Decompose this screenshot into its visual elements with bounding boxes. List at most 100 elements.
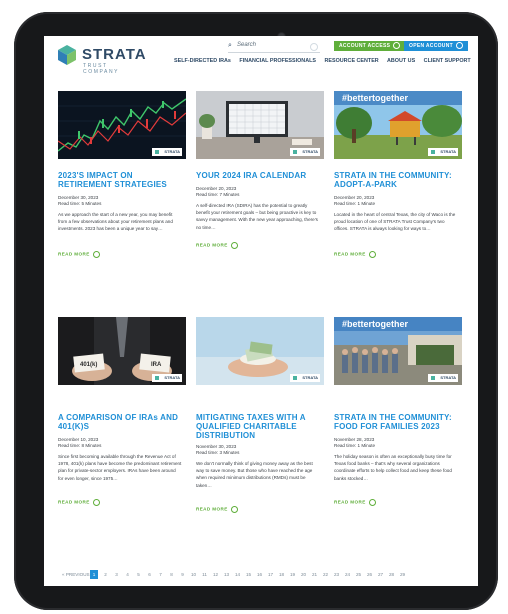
nav-item-resource-center[interactable]: RESOURCE CENTER [324, 58, 378, 64]
brand-subtitle: TRUST COMPANY [83, 63, 120, 75]
pagination: « PREVIOUS 1 2 3 4 5 6 7 8 9 10 11 12 13 14 15 16 17 18 19 2… [62, 570, 408, 580]
strata-logo[interactable]: STRATA TRUST COMPANY [56, 44, 146, 75]
nav-item-client-support[interactable]: CLIENT SUPPORT [424, 58, 471, 64]
pagination-page[interactable]: 29 [397, 570, 408, 579]
pagination-page[interactable]: 28 [386, 570, 397, 579]
article-read-time: Read time: 8 Minutes [58, 443, 102, 448]
hashtag-overlay: #bettertogether [342, 319, 409, 329]
calendar-desk-image[interactable]: STRATA [196, 91, 324, 159]
arrow-circle-icon [393, 42, 401, 50]
account-access-button[interactable]: ACCOUNT ACCESS [334, 41, 406, 51]
pagination-page[interactable]: 27 [375, 570, 386, 579]
pagination-page[interactable]: 8 [166, 570, 177, 579]
strata-tag: STRATA [290, 374, 320, 382]
article-read-time: Read time: 5 Minutes [58, 201, 102, 206]
pagination-page[interactable]: 3 [111, 570, 122, 579]
strata-tag: STRATA [428, 374, 458, 382]
article-title[interactable]: 2023'S IMPACT ON RETIREMENT STRATEGIES [58, 171, 186, 189]
article-excerpt: The holiday season is often an exception… [334, 454, 452, 481]
read-more-link[interactable]: READ MORE [334, 499, 376, 506]
pagination-page[interactable]: 23 [331, 570, 342, 579]
article-excerpt: Since first becoming available through t… [58, 454, 182, 481]
article-read-time: Read time: 1 Minute [334, 443, 376, 448]
article-excerpt: As we approach the start of a new year, … [58, 212, 173, 232]
nav-item-financial-professionals[interactable]: FINANCIAL PROFESSIONALS [239, 58, 316, 64]
pagination-previous[interactable]: « PREVIOUS [62, 570, 90, 579]
article-title[interactable]: STRATA IN THE COMMUNITY: FOOD FOR FAMILI… [334, 413, 462, 431]
read-more-label: READ MORE [334, 251, 366, 257]
ira-401k-hands-image[interactable]: 401(k) IRA STRATA [58, 317, 186, 385]
arrow-circle-icon [230, 242, 238, 249]
pagination-page[interactable]: 7 [155, 570, 166, 579]
read-more-label: READ MORE [196, 506, 228, 512]
nav-item-self-directed-iras[interactable]: SELF-DIRECTED IRAs [174, 58, 231, 64]
article-excerpt: We don't normally think of giving money … [196, 461, 313, 488]
search-input[interactable]: ⌕ Search [228, 42, 320, 53]
pagination-page[interactable]: 5 [133, 570, 144, 579]
article-title[interactable]: A COMPARISON OF IRAs AND 401(K)S [58, 413, 186, 431]
open-account-label: OPEN ACCOUNT [409, 43, 453, 49]
pagination-page[interactable]: 26 [364, 570, 375, 579]
pagination-page[interactable]: 19 [287, 570, 298, 579]
hashtag-overlay: #bettertogether [342, 93, 409, 103]
read-more-link[interactable]: READ MORE [58, 499, 100, 506]
pagination-page[interactable]: 9 [177, 570, 188, 579]
strata-tag: STRATA [290, 148, 320, 156]
article-title[interactable]: STRATA IN THE COMMUNITY: ADOPT-A-PARK [334, 171, 462, 189]
open-account-button[interactable]: OPEN ACCOUNT [404, 41, 468, 51]
pagination-page[interactable]: 10 [188, 570, 199, 579]
read-more-label: READ MORE [196, 242, 228, 248]
article-read-time: Read time: 3 Minutes [196, 450, 240, 455]
strata-tag: STRATA [152, 374, 182, 382]
arrow-circle-icon [230, 506, 238, 513]
search-submit-icon[interactable] [310, 43, 318, 51]
food-drive-photo-image[interactable]: #bettertogether STRATA [334, 317, 462, 385]
arrow-circle-icon [368, 499, 376, 506]
main-nav: SELF-DIRECTED IRAs FINANCIAL PROFESSIONA… [174, 58, 478, 64]
pagination-page[interactable]: 21 [309, 570, 320, 579]
search-icon: ⌕ [228, 42, 232, 49]
strata-tag: STRATA [428, 148, 458, 156]
article-excerpt: A self-directed IRA (SDIRA) has the pote… [196, 203, 318, 230]
pagination-page[interactable]: 24 [342, 570, 353, 579]
account-access-label: ACCOUNT ACCESS [339, 43, 391, 49]
read-more-link[interactable]: READ MORE [334, 251, 376, 258]
article-title[interactable]: MITIGATING TAXES WITH A QUALIFIED CHARIT… [196, 413, 324, 440]
pagination-page[interactable]: 6 [144, 570, 155, 579]
pagination-page[interactable]: 2 [100, 570, 111, 579]
pagination-page[interactable]: 13 [221, 570, 232, 579]
read-more-link[interactable]: READ MORE [58, 251, 100, 258]
read-more-link[interactable]: READ MORE [196, 506, 238, 513]
pagination-page[interactable]: 16 [254, 570, 265, 579]
pagination-page[interactable]: 1 [90, 570, 98, 579]
arrow-circle-icon [455, 42, 463, 50]
article-title[interactable]: YOUR 2024 IRA CALENDAR [196, 171, 324, 180]
strata-logo-icon [58, 45, 76, 65]
charitable-hands-image[interactable]: STRATA [196, 317, 324, 385]
pagination-page[interactable]: 11 [199, 570, 210, 579]
pagination-page[interactable]: 18 [276, 570, 287, 579]
pagination-page[interactable]: 20 [298, 570, 309, 579]
strata-tag: STRATA [152, 148, 182, 156]
pagination-page[interactable]: 14 [232, 570, 243, 579]
arrow-circle-icon [368, 251, 376, 258]
park-photo-image[interactable]: #bettertogether STRATA [334, 91, 462, 159]
pagination-page[interactable]: 17 [265, 570, 276, 579]
pagination-page[interactable]: 4 [122, 570, 133, 579]
pagination-page[interactable]: 15 [243, 570, 254, 579]
pagination-page[interactable]: 25 [353, 570, 364, 579]
nav-item-about-us[interactable]: ABOUT US [387, 58, 415, 64]
pagination-page[interactable]: 12 [210, 570, 221, 579]
read-more-link[interactable]: READ MORE [196, 242, 238, 249]
browser-screen: STRATA TRUST COMPANY ⌕ Search ACCOUNT AC… [44, 36, 478, 586]
arrow-circle-icon [92, 251, 100, 258]
card-label-ira: IRA [151, 362, 162, 368]
brand-name: STRATA [82, 46, 147, 63]
read-more-label: READ MORE [334, 499, 366, 505]
article-read-time: Read time: 7 Minutes [196, 192, 240, 197]
card-label-401k: 401(k) [80, 362, 98, 368]
pagination-page[interactable]: 22 [320, 570, 331, 579]
stock-chart-image[interactable]: STRATA [58, 91, 186, 159]
read-more-label: READ MORE [58, 251, 90, 257]
article-read-time: Read time: 1 Minute [334, 201, 376, 206]
